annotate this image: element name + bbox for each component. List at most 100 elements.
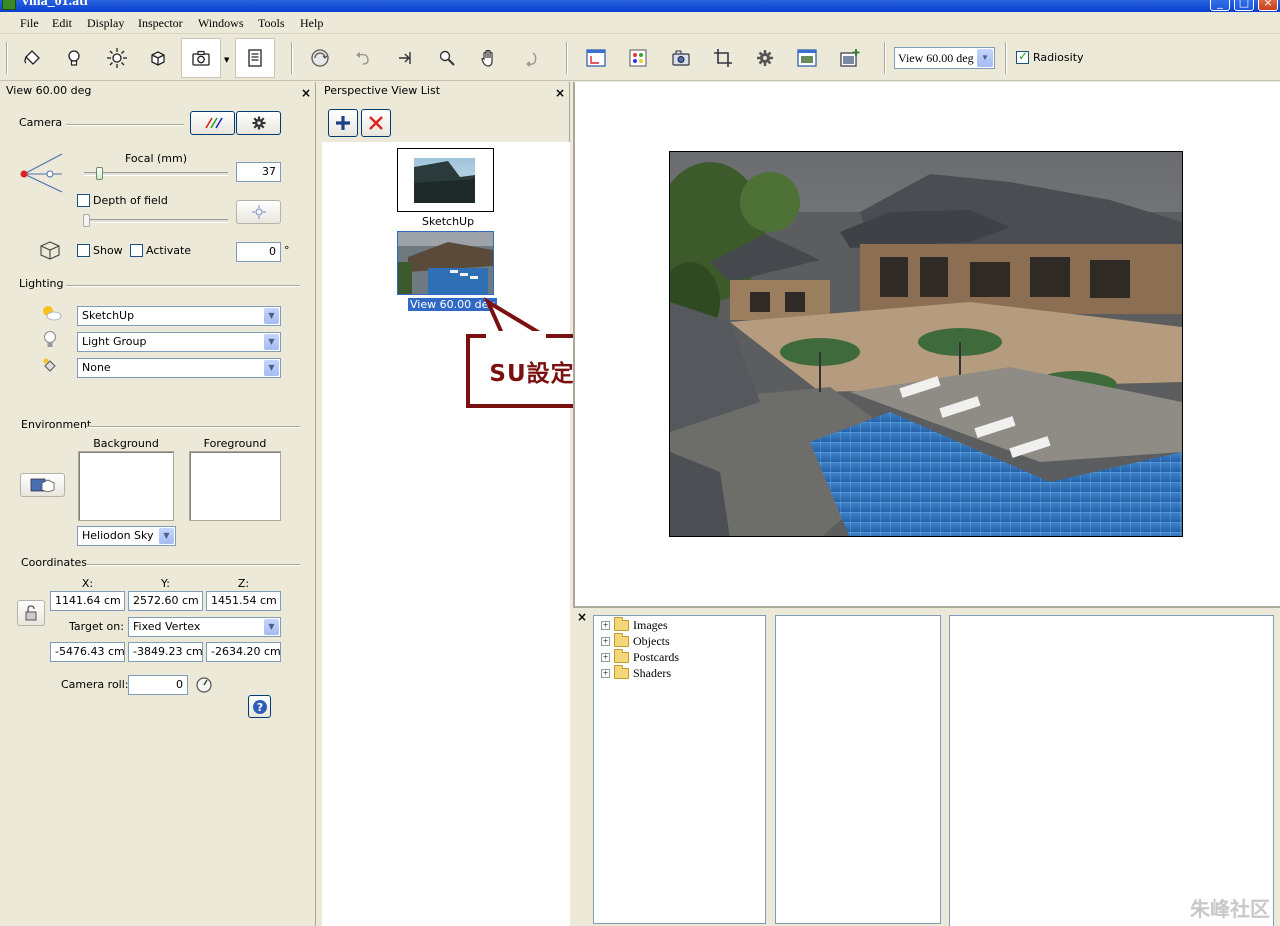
camera-axes-button[interactable] bbox=[190, 111, 235, 135]
add-image-tool[interactable] bbox=[835, 43, 865, 73]
view-thumbnail[interactable] bbox=[397, 148, 494, 212]
close-icon[interactable]: × bbox=[577, 610, 587, 624]
focal-slider-thumb[interactable] bbox=[96, 167, 103, 180]
settings-tool[interactable] bbox=[750, 43, 780, 73]
divider bbox=[86, 426, 300, 428]
undo-view-icon bbox=[356, 52, 369, 65]
depth-of-field-label: Depth of field bbox=[93, 194, 168, 207]
camera-y-input[interactable]: 2572.60 cm bbox=[128, 591, 203, 611]
focal-lens-icon bbox=[20, 153, 63, 193]
activate-checkbox[interactable] bbox=[130, 244, 143, 257]
undo-view-tool[interactable] bbox=[348, 43, 378, 73]
sun-lighting-select[interactable]: SketchUp ▼ bbox=[77, 306, 281, 326]
crop-tool[interactable] bbox=[708, 43, 738, 73]
paint-bucket-tool[interactable] bbox=[17, 43, 47, 73]
focus-pick-button[interactable] bbox=[236, 200, 281, 224]
menu-file[interactable]: File bbox=[20, 16, 39, 31]
panel-header: Perspective View List × bbox=[318, 82, 569, 100]
palette-tool[interactable] bbox=[623, 43, 653, 73]
clipping-box-icon bbox=[40, 241, 60, 260]
pan-target-tool[interactable] bbox=[390, 43, 420, 73]
clip-angle-input[interactable]: 0 bbox=[236, 242, 281, 262]
show-checkbox[interactable] bbox=[77, 244, 90, 257]
folder-icon bbox=[614, 665, 629, 679]
redo-view-icon bbox=[526, 52, 537, 67]
zoom-tool[interactable] bbox=[432, 43, 462, 73]
expand-icon[interactable]: + bbox=[601, 621, 610, 630]
camera-tool[interactable] bbox=[181, 38, 221, 78]
target-z-input[interactable]: -2634.20 cm bbox=[206, 642, 281, 662]
expand-icon[interactable]: + bbox=[601, 669, 610, 678]
depth-slider-track[interactable] bbox=[84, 219, 228, 223]
view-thumbnail[interactable] bbox=[397, 231, 494, 295]
focal-input[interactable]: 37 bbox=[236, 162, 281, 182]
environment-edit-button[interactable] bbox=[20, 473, 65, 497]
minimize-button[interactable]: _ bbox=[1210, 0, 1230, 11]
foreground-swatch[interactable] bbox=[189, 451, 281, 521]
activate-toggle[interactable]: Activate bbox=[130, 244, 191, 257]
inspector-tool[interactable] bbox=[235, 38, 275, 78]
target-y-input[interactable]: -3849.23 cm bbox=[128, 642, 203, 662]
view-caption: SketchUp bbox=[422, 215, 475, 228]
close-window-button[interactable]: × bbox=[1258, 0, 1278, 11]
view-select[interactable]: View 60.00 deg ▼ bbox=[894, 47, 995, 69]
delete-view-button[interactable] bbox=[361, 109, 391, 137]
close-icon[interactable]: × bbox=[555, 84, 565, 102]
menu-edit[interactable]: Edit bbox=[52, 16, 72, 31]
tree-item-postcards[interactable]: + Postcards bbox=[601, 649, 679, 665]
tree-item-label: Objects bbox=[633, 634, 670, 648]
add-view-button[interactable] bbox=[328, 109, 358, 137]
roll-dial-icon[interactable] bbox=[194, 674, 214, 694]
depth-of-field-toggle[interactable]: Depth of field bbox=[77, 194, 168, 207]
magnifier-icon bbox=[439, 50, 455, 66]
object-tool[interactable] bbox=[143, 43, 173, 73]
tree-item-images[interactable]: + Images bbox=[601, 617, 668, 633]
expand-icon[interactable]: + bbox=[601, 653, 610, 662]
expand-icon[interactable]: + bbox=[601, 637, 610, 646]
sketchup-view-preview bbox=[398, 149, 493, 211]
menu-bar: File Edit Display Inspector Windows Tool… bbox=[0, 12, 1280, 34]
maximize-button[interactable]: □ bbox=[1234, 0, 1254, 11]
orbit-tool[interactable] bbox=[305, 43, 335, 73]
third-lighting-value: None bbox=[82, 361, 111, 374]
sky-select[interactable]: Heliodon Sky ▼ bbox=[77, 526, 176, 546]
lock-target-button[interactable] bbox=[17, 600, 45, 626]
camera-dropdown-arrow[interactable]: ▼ bbox=[224, 56, 229, 64]
camera-z-input[interactable]: 1451.54 cm bbox=[206, 591, 281, 611]
environment-icon bbox=[30, 478, 54, 493]
focal-slider-track[interactable] bbox=[84, 172, 228, 176]
background-swatch[interactable] bbox=[78, 451, 174, 521]
camera-x-input[interactable]: 1141.64 cm bbox=[50, 591, 125, 611]
redo-view-tool[interactable] bbox=[516, 43, 546, 73]
window-title: villa_01.atl bbox=[22, 0, 88, 9]
radiosity-checkbox[interactable] bbox=[1016, 49, 1029, 64]
depth-of-field-checkbox[interactable] bbox=[77, 194, 90, 207]
light-bulb-icon bbox=[44, 331, 56, 347]
close-icon[interactable]: × bbox=[301, 84, 311, 102]
target-x-input[interactable]: -5476.43 cm bbox=[50, 642, 125, 662]
render-window-tool[interactable] bbox=[792, 43, 822, 73]
target-select[interactable]: Fixed Vertex ▼ bbox=[128, 617, 281, 637]
help-button[interactable]: ? bbox=[248, 695, 271, 718]
tree-item-shaders[interactable]: + Shaders bbox=[601, 665, 671, 681]
environment-section-label: Environment bbox=[21, 418, 92, 431]
menu-display[interactable]: Display bbox=[87, 16, 124, 31]
third-lighting-select[interactable]: None ▼ bbox=[77, 358, 281, 378]
menu-help[interactable]: Help bbox=[300, 16, 323, 31]
inspector-icon bbox=[248, 49, 262, 67]
show-toggle[interactable]: Show bbox=[77, 244, 123, 257]
radiosity-toggle[interactable]: Radiosity bbox=[1016, 49, 1084, 64]
render-camera-tool[interactable] bbox=[666, 43, 696, 73]
hand-pan-tool[interactable] bbox=[474, 43, 504, 73]
depth-slider-thumb[interactable] bbox=[83, 214, 90, 227]
light-group-select[interactable]: Light Group ▼ bbox=[77, 332, 281, 352]
coordinate-system-tool[interactable] bbox=[581, 43, 611, 73]
tree-item-objects[interactable]: + Objects bbox=[601, 633, 670, 649]
light-bulb-tool[interactable] bbox=[59, 43, 89, 73]
sun-tool[interactable] bbox=[102, 43, 132, 73]
camera-roll-input[interactable]: 0 bbox=[128, 675, 188, 695]
camera-settings-button[interactable] bbox=[236, 111, 281, 135]
menu-windows[interactable]: Windows bbox=[198, 16, 244, 31]
menu-tools[interactable]: Tools bbox=[258, 16, 285, 31]
menu-inspector[interactable]: Inspector bbox=[138, 16, 183, 31]
